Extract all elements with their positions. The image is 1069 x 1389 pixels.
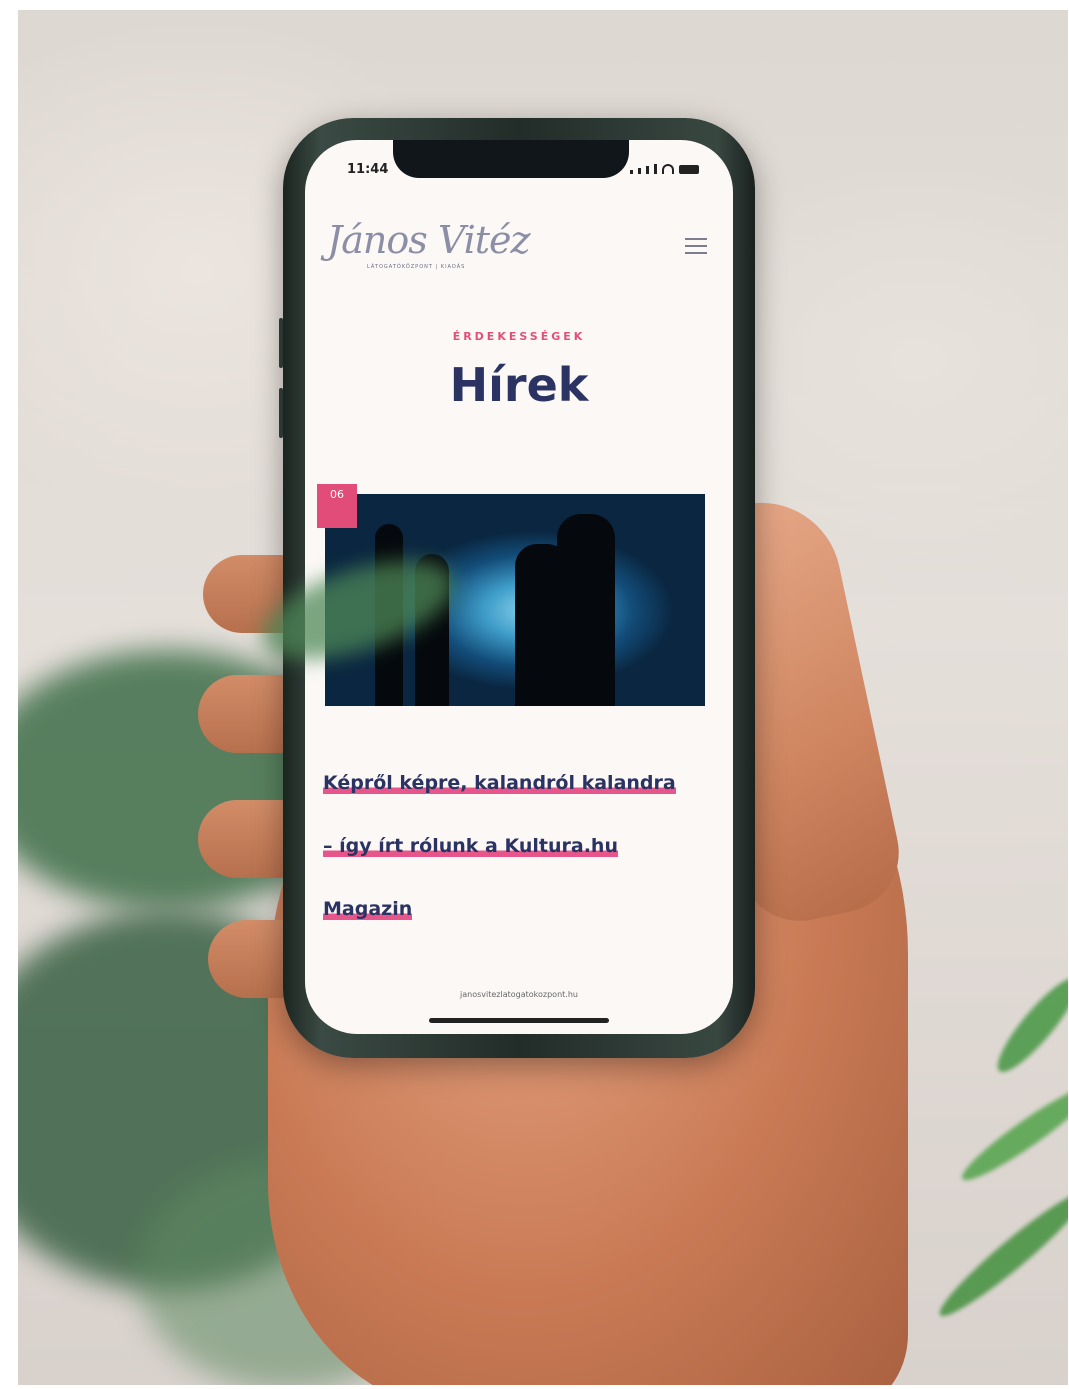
date-day: 06	[330, 488, 344, 501]
background-photo: 11:44 János Vitéz LÁTOGATÓKÖZPONT | KIAD…	[18, 10, 1068, 1385]
notch	[393, 140, 629, 178]
home-indicator[interactable]	[429, 1018, 609, 1023]
site-logo-subtitle: LÁTOGATÓKÖZPONT | KIADÁS	[367, 264, 466, 270]
signal-icon	[638, 168, 641, 174]
battery-icon	[679, 165, 699, 174]
site-logo[interactable]: János Vitéz	[327, 218, 531, 262]
hamburger-menu-icon[interactable]	[685, 238, 707, 254]
signal-icon	[646, 166, 649, 174]
phone-side-button	[279, 318, 283, 368]
headline-line[interactable]: Képről képre, kalandról kalandra	[323, 772, 676, 794]
signal-icon	[630, 170, 633, 174]
wifi-icon	[662, 164, 674, 174]
silhouette	[557, 514, 615, 706]
foreground-leaf	[955, 1076, 1068, 1190]
browser-url[interactable]: janosvitezlatogatokozpont.hu	[305, 990, 733, 999]
signal-icon	[654, 164, 657, 174]
headline-line[interactable]: – így írt rólunk a Kultura.hu	[323, 835, 618, 857]
page-title: Hírek	[449, 358, 589, 412]
date-badge: 06	[317, 484, 357, 528]
status-icons	[630, 164, 699, 174]
section-kicker: ÉRDEKESSÉGEK	[452, 330, 586, 343]
foreground-leaf	[931, 1182, 1068, 1326]
article-headline[interactable]: Képről képre, kalandról kalandra – így í…	[323, 752, 703, 941]
status-time: 11:44	[347, 162, 389, 177]
headline-line[interactable]: Magazin	[323, 898, 413, 920]
foreground-leaf	[987, 969, 1068, 1081]
phone-side-button	[279, 388, 283, 438]
